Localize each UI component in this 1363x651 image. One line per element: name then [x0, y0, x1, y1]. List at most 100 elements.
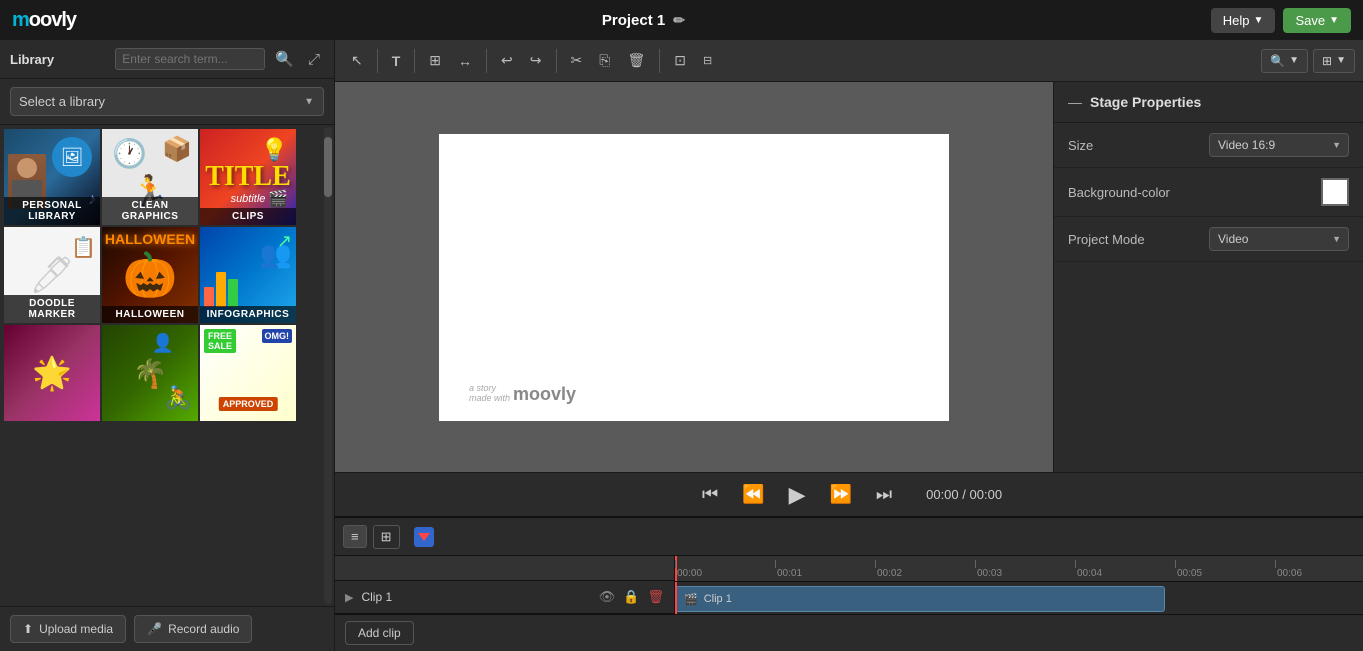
distribute-button[interactable]: ↔	[450, 47, 480, 75]
project-mode-control: Video Presentation GIF	[1209, 227, 1349, 251]
bg-color-label: Background-color	[1068, 185, 1170, 200]
size-select[interactable]: Video 16:9 Video 4:3 Square Custom	[1209, 133, 1349, 157]
topbar-center: Project 1 ✏	[602, 12, 685, 29]
size-label: Size	[1068, 138, 1093, 153]
stage-container: a story made with moovly	[335, 82, 1053, 472]
topbar-right: Help ▼ Save ▼	[1211, 8, 1351, 33]
time-display: 00:00 / 00:00	[926, 487, 1002, 502]
size-row: Size Video 16:9 Video 4:3 Square Custom	[1054, 123, 1363, 168]
undo-button[interactable]: ↩	[493, 46, 521, 75]
view-dropdown-button[interactable]: ⊞ ▼	[1313, 49, 1355, 73]
cut-button[interactable]: ✂	[563, 46, 591, 75]
scrollbar-thumb[interactable]	[324, 137, 332, 197]
fast-forward-button[interactable]: ⏩	[823, 480, 857, 509]
help-dropdown-arrow: ▼	[1254, 15, 1264, 26]
select-tool-button[interactable]: ↖	[343, 46, 371, 75]
align-button[interactable]: ⊞	[421, 46, 449, 75]
play-button[interactable]: ▶	[783, 478, 812, 512]
expand-button[interactable]: ⤢	[304, 49, 324, 70]
timeline-grid-view-button[interactable]: ⊞	[373, 525, 400, 549]
text-tool-button[interactable]: T	[384, 47, 409, 75]
project-mode-label: Project Mode	[1068, 232, 1145, 247]
toolbar-sep-5	[659, 49, 660, 73]
library-title: Library	[10, 52, 54, 67]
library-item-row3b[interactable]: 🌴 🚴 👤	[102, 325, 198, 421]
upload-media-button[interactable]: ⬆ Upload media	[10, 615, 126, 643]
clip-icon: 🎬	[684, 593, 698, 606]
project-mode-row: Project Mode Video Presentation GIF	[1054, 217, 1363, 262]
toolbar-sep-4	[556, 49, 557, 73]
library-item-doodle[interactable]: 🖊 📋 DOODLE MARKER	[4, 227, 100, 323]
search-input[interactable]	[115, 48, 265, 70]
bg-color-row: Background-color	[1054, 168, 1363, 217]
timeline-header: ≡ ⊞	[335, 518, 1363, 556]
timeline-ruler: 00:00 00:01 00:02 00:03 00:04 00:05 00:0…	[675, 556, 1363, 614]
redo-button[interactable]: ↪	[522, 46, 550, 75]
lib-halloween-label: HALLOWEEN	[102, 306, 198, 323]
library-item-row3a[interactable]: 🌟	[4, 325, 100, 421]
timeline: ≡ ⊞ ▶ Clip 1 👁 🔒 🗑	[335, 516, 1363, 651]
moovly-watermark: a story made with moovly	[469, 384, 576, 405]
main-layout: Library 🔍 ⤢ Select a library Personal Li…	[0, 40, 1363, 651]
add-clip-row: Add clip	[335, 614, 1363, 651]
delete-button[interactable]: 🗑	[619, 46, 653, 75]
clip-label: Clip 1	[704, 593, 732, 605]
timeline-tracks-left: ▶ Clip 1 👁 🔒 🗑	[335, 556, 675, 614]
library-dropdown-wrapper: Select a library Personal Library Clean …	[10, 87, 324, 116]
upload-icon: ⬆	[23, 622, 33, 636]
skip-to-start-button[interactable]: ⏮	[696, 480, 724, 509]
properties-title: Stage Properties	[1090, 94, 1201, 110]
rewind-button[interactable]: ⏪	[736, 480, 770, 509]
library-item-halloween[interactable]: 🎃 HALLOWEEN HALLOWEEN	[102, 227, 198, 323]
project-mode-select[interactable]: Video Presentation GIF	[1209, 227, 1349, 251]
track-delete-icon[interactable]: 🗑	[647, 589, 664, 605]
library-select[interactable]: Select a library Personal Library Clean …	[10, 87, 324, 116]
library-item-row3c[interactable]: FREESALE OMG! APPROVED	[200, 325, 296, 421]
library-item-personal[interactable]: 🖼 ♪ PERSONAL LIBRARY	[4, 129, 100, 225]
toolbar-group-group: ⊡ ⊟	[666, 46, 720, 75]
clip-block-1[interactable]: 🎬 Clip 1	[675, 586, 1165, 612]
lib-doodle-label: DOODLE MARKER	[4, 295, 100, 323]
help-button[interactable]: Help ▼	[1211, 8, 1276, 33]
toolbar-sep-3	[486, 49, 487, 73]
search-button[interactable]: 🔍	[271, 48, 298, 70]
color-swatch[interactable]	[1321, 178, 1349, 206]
add-clip-button[interactable]: Add clip	[345, 621, 414, 645]
ruler-tick-5: 00:05	[1175, 560, 1275, 579]
copy-button[interactable]: ⎘	[591, 46, 618, 75]
save-button[interactable]: Save ▼	[1283, 8, 1351, 33]
library-item-infographics[interactable]: 👥 ↗ INFOGRAPHICS	[200, 227, 296, 323]
ruler-tick-4: 00:04	[1075, 560, 1175, 579]
track-expand-icon[interactable]: ▶	[345, 591, 353, 604]
timeline-body: ▶ Clip 1 👁 🔒 🗑 00:	[335, 556, 1363, 614]
track-lock-icon[interactable]: 🔒	[623, 589, 639, 605]
left-panel: Library 🔍 ⤢ Select a library Personal Li…	[0, 40, 335, 651]
toolbar-edit-group: ✂ ⎘ 🗑	[563, 46, 654, 75]
skip-to-end-button[interactable]: ⏭	[870, 480, 898, 509]
moovly-brand-text: moovly	[513, 384, 576, 405]
toolbar-text-group: T	[384, 47, 409, 75]
library-header: Library 🔍 ⤢	[0, 40, 334, 79]
minimize-icon[interactable]: —	[1068, 94, 1082, 110]
search-dropdown-arrow: ▼	[1289, 55, 1299, 66]
ungroup-button[interactable]: ⊟	[695, 48, 720, 73]
properties-panel: — Stage Properties Size Video 16:9 Video…	[1053, 82, 1363, 472]
track-visibility-icon[interactable]: 👁	[599, 589, 616, 605]
search-dropdown-button[interactable]: 🔍 ▼	[1261, 49, 1308, 73]
lib-personal-label: PERSONAL LIBRARY	[4, 197, 100, 225]
ruler-tick-3: 00:03	[975, 560, 1075, 579]
view-dropdown-arrow: ▼	[1336, 55, 1346, 66]
search-icon: 🔍	[1270, 54, 1285, 68]
size-control: Video 16:9 Video 4:3 Square Custom	[1209, 133, 1349, 157]
toolbar-history-group: ↩ ↪	[493, 46, 549, 75]
record-audio-button[interactable]: 🎤 Record audio	[134, 615, 252, 643]
ruler-tick-1: 00:01	[775, 560, 875, 579]
timeline-cursor-marker	[414, 527, 434, 547]
library-item-clean[interactable]: 🕐 📦 🏃 CLEAN GRAPHICS	[102, 129, 198, 225]
topbar-left: mmoovlyoovly	[12, 9, 76, 32]
topbar: mmoovlyoovly Project 1 ✏ Help ▼ Save ▼	[0, 0, 1363, 40]
library-item-clips[interactable]: TITLE subtitle 💡 🎬 CLIPS	[200, 129, 296, 225]
timeline-list-view-button[interactable]: ≡	[343, 525, 367, 548]
group-button[interactable]: ⊡	[666, 46, 694, 75]
edit-title-icon[interactable]: ✏	[673, 12, 685, 29]
